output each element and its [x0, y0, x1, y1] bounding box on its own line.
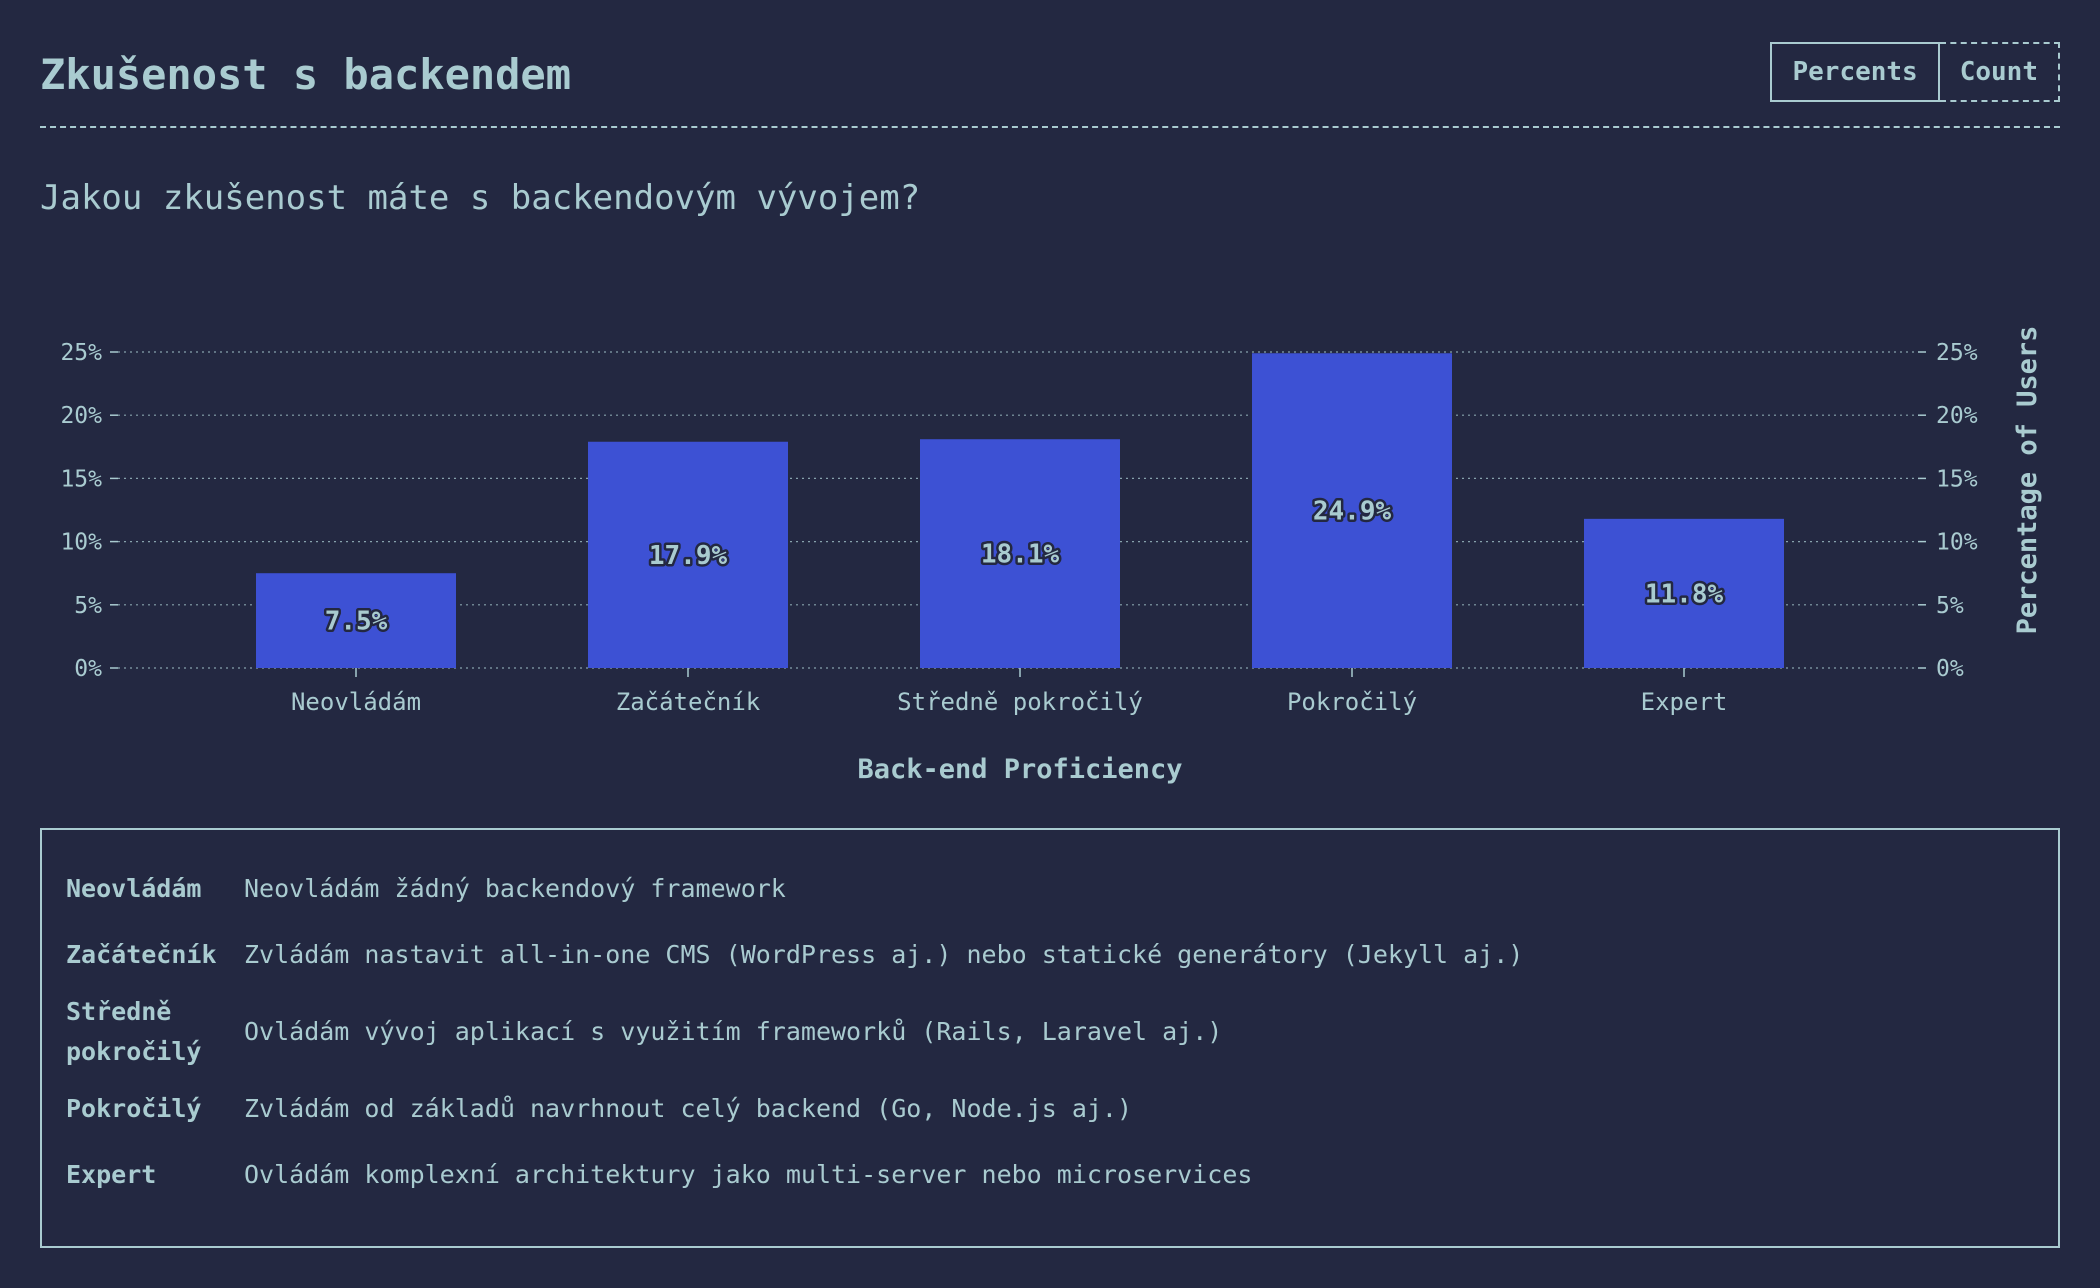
percents-button[interactable]: Percents [1770, 42, 1940, 102]
y-tick-label-left: 20% [60, 403, 102, 429]
page: Zkušenost s backendem Percents Count Jak… [0, 0, 2100, 1288]
x-tick-label: Pokročilý [1287, 688, 1417, 716]
legend-description: Zvládám od základů navrhnout celý backen… [244, 1094, 1133, 1123]
y-tick-label-left: 15% [60, 466, 102, 492]
legend-term: Pokročilý [66, 1094, 202, 1123]
legend-description: Neovládám žádný backendový framework [244, 874, 786, 903]
legend-row: Středně pokročilý Ovládám vývoj aplikací… [66, 988, 2034, 1076]
x-tick-label: Expert [1641, 688, 1728, 716]
legend-term: Začátečník [66, 940, 217, 969]
legend-row: Expert Ovládám komplexní architektury ja… [66, 1142, 2034, 1208]
page-title: Zkušenost s backendem [40, 50, 572, 99]
legend-box: Neovládám Neovládám žádný backendový fra… [40, 828, 2060, 1248]
y-axis-title: Percentage of Users [2012, 326, 2043, 635]
legend-row: Začátečník Zvládám nastavit all-in-one C… [66, 922, 2034, 988]
y-tick-label-left: 5% [74, 593, 102, 619]
y-tick-label-right: 10% [1936, 530, 1978, 556]
legend-row: Neovládám Neovládám žádný backendový fra… [66, 856, 2034, 922]
y-tick-label-left: 0% [74, 656, 102, 682]
y-tick-label-left: 25% [60, 340, 102, 366]
data-label: 7.5% [325, 607, 388, 637]
data-label: 18.1% [981, 540, 1060, 570]
data-label: 24.9% [1313, 497, 1392, 527]
y-tick-label-right: 15% [1936, 466, 1978, 492]
bar-chart: 0% 0% 5% 5% 10% 10% 15% 15% 20% 20% 25% 25% Neovládá… [60, 326, 2043, 785]
count-button[interactable]: Count [1939, 42, 2060, 102]
question-text: Jakou zkušenost máte s backendovým vývoj… [40, 178, 921, 218]
legend-term: Expert [66, 1160, 157, 1189]
legend-description: Ovládám vývoj aplikací s využitím framew… [244, 1017, 1223, 1046]
legend-term: Neovládám [66, 874, 202, 903]
legend-row: Pokročilý Zvládám od základů navrhnout c… [66, 1076, 2034, 1142]
y-tick-label-right: 20% [1936, 403, 1978, 429]
x-axis-title: Back-end Proficiency [857, 754, 1182, 785]
data-label: 17.9% [649, 541, 728, 571]
view-toggle: Percents Count [1770, 42, 2060, 102]
legend-term: Středně pokročilý [66, 997, 202, 1066]
legend-description: Ovládám komplexní architektury jako mult… [244, 1160, 1253, 1189]
y-tick-label-left: 10% [60, 530, 102, 556]
y-tick-label-right: 0% [1936, 656, 1964, 682]
data-label: 11.8% [1645, 579, 1724, 609]
x-tick-label: Neovládám [291, 688, 421, 716]
legend-description: Zvládám nastavit all-in-one CMS (WordPre… [244, 940, 1524, 969]
x-tick-label: Středně pokročilý [897, 688, 1143, 716]
header: Zkušenost s backendem Percents Count [40, 40, 2060, 128]
chart: 0% 0% 5% 5% 10% 10% 15% 15% 20% 20% 25% 25% Neovládá… [0, 290, 2100, 810]
y-tick-label-right: 25% [1936, 340, 1978, 366]
y-tick-label-right: 5% [1936, 593, 1964, 619]
x-tick-label: Začátečník [616, 688, 761, 716]
